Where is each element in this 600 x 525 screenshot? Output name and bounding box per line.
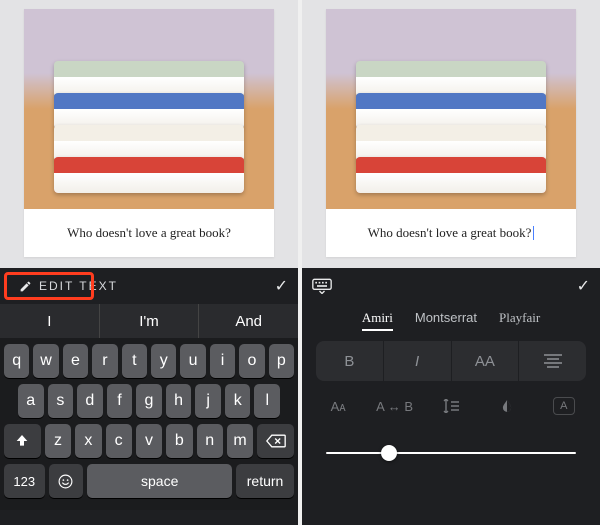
text-style-panel: ✓ Amiri Montserrat Playfair B I AA Aᴀ A … [302,268,600,525]
advanced-row: Aᴀ A ↔ B A [316,391,586,421]
bold-button[interactable]: B [316,341,384,381]
text-box-button[interactable]: A [542,391,586,421]
key-b[interactable]: b [166,424,192,458]
pencil-icon [19,280,32,293]
key-l[interactable]: l [254,384,280,418]
slider-track [326,452,576,454]
canvas-right: Who doesn't love a great book? [302,0,600,268]
key-f[interactable]: f [107,384,133,418]
keyboard-panel: EDIT TEXT ✓ I I'm And qwertyuiop asdfghj… [0,268,298,525]
key-z[interactable]: z [45,424,71,458]
emoji-icon [57,473,74,490]
key-o[interactable]: o [239,344,264,378]
line-height-icon [443,399,459,413]
font-playfair[interactable]: Playfair [499,310,540,331]
key-q[interactable]: q [4,344,29,378]
key-m[interactable]: m [227,424,253,458]
key-g[interactable]: g [136,384,162,418]
right-pane: Who doesn't love a great book? ✓ Amiri M… [302,0,600,525]
numbers-key[interactable]: 123 [4,464,45,498]
key-k[interactable]: k [225,384,251,418]
left-pane: Who doesn't love a great book? EDIT TEXT… [0,0,298,525]
font-amiri[interactable]: Amiri [362,310,393,331]
key-x[interactable]: x [75,424,101,458]
keyboard: qwertyuiop asdfghjkl zxcvbnm 123 space r… [0,338,298,510]
key-t[interactable]: t [122,344,147,378]
space-key[interactable]: space [87,464,232,498]
caption-text[interactable]: Who doesn't love a great book? [24,209,274,257]
italic-button[interactable]: I [384,341,452,381]
hide-keyboard-button[interactable] [312,278,332,294]
key-c[interactable]: c [106,424,132,458]
suggestion-2[interactable]: And [199,304,298,338]
caps-button[interactable]: AA [452,341,520,381]
key-n[interactable]: n [197,424,223,458]
key-i[interactable]: i [210,344,235,378]
suggestion-0[interactable]: I [0,304,100,338]
key-s[interactable]: s [48,384,74,418]
caption-text[interactable]: Who doesn't love a great book? [326,209,576,257]
shift-icon [14,433,30,449]
font-picker: Amiri Montserrat Playfair [302,304,600,341]
confirm-button[interactable]: ✓ [577,276,590,296]
text-size-button[interactable]: Aᴀ [316,391,360,421]
suggestion-1[interactable]: I'm [100,304,200,338]
keyboard-hide-icon [312,278,332,294]
key-d[interactable]: d [77,384,103,418]
font-montserrat[interactable]: Montserrat [415,310,477,331]
key-w[interactable]: w [33,344,58,378]
color-button[interactable] [485,391,529,421]
key-v[interactable]: v [136,424,162,458]
backspace-key[interactable] [257,424,294,458]
align-button[interactable] [519,341,586,381]
key-u[interactable]: u [180,344,205,378]
shift-key[interactable] [4,424,41,458]
key-j[interactable]: j [195,384,221,418]
line-height-button[interactable] [429,391,473,421]
size-slider[interactable] [326,443,576,463]
edit-text-label: EDIT TEXT [39,279,118,293]
photo-books [24,9,274,209]
edit-text-button[interactable]: EDIT TEXT [10,274,127,298]
design-card[interactable]: Who doesn't love a great book? [24,9,274,257]
emoji-key[interactable] [49,464,84,498]
canvas-left: Who doesn't love a great book? [0,0,298,268]
slider-thumb[interactable] [381,445,397,461]
return-key[interactable]: return [236,464,294,498]
photo-books [326,9,576,209]
confirm-button[interactable]: ✓ [275,276,288,296]
backspace-icon [266,434,286,448]
key-p[interactable]: p [269,344,294,378]
suggestion-bar: I I'm And [0,304,298,338]
design-card[interactable]: Who doesn't love a great book? [326,9,576,257]
droplet-icon [500,399,514,413]
key-y[interactable]: y [151,344,176,378]
key-e[interactable]: e [63,344,88,378]
style-row: B I AA [316,341,586,381]
key-h[interactable]: h [166,384,192,418]
key-r[interactable]: r [92,344,117,378]
align-icon [544,354,562,368]
key-a[interactable]: a [18,384,44,418]
kerning-button[interactable]: A ↔ B [372,391,416,421]
